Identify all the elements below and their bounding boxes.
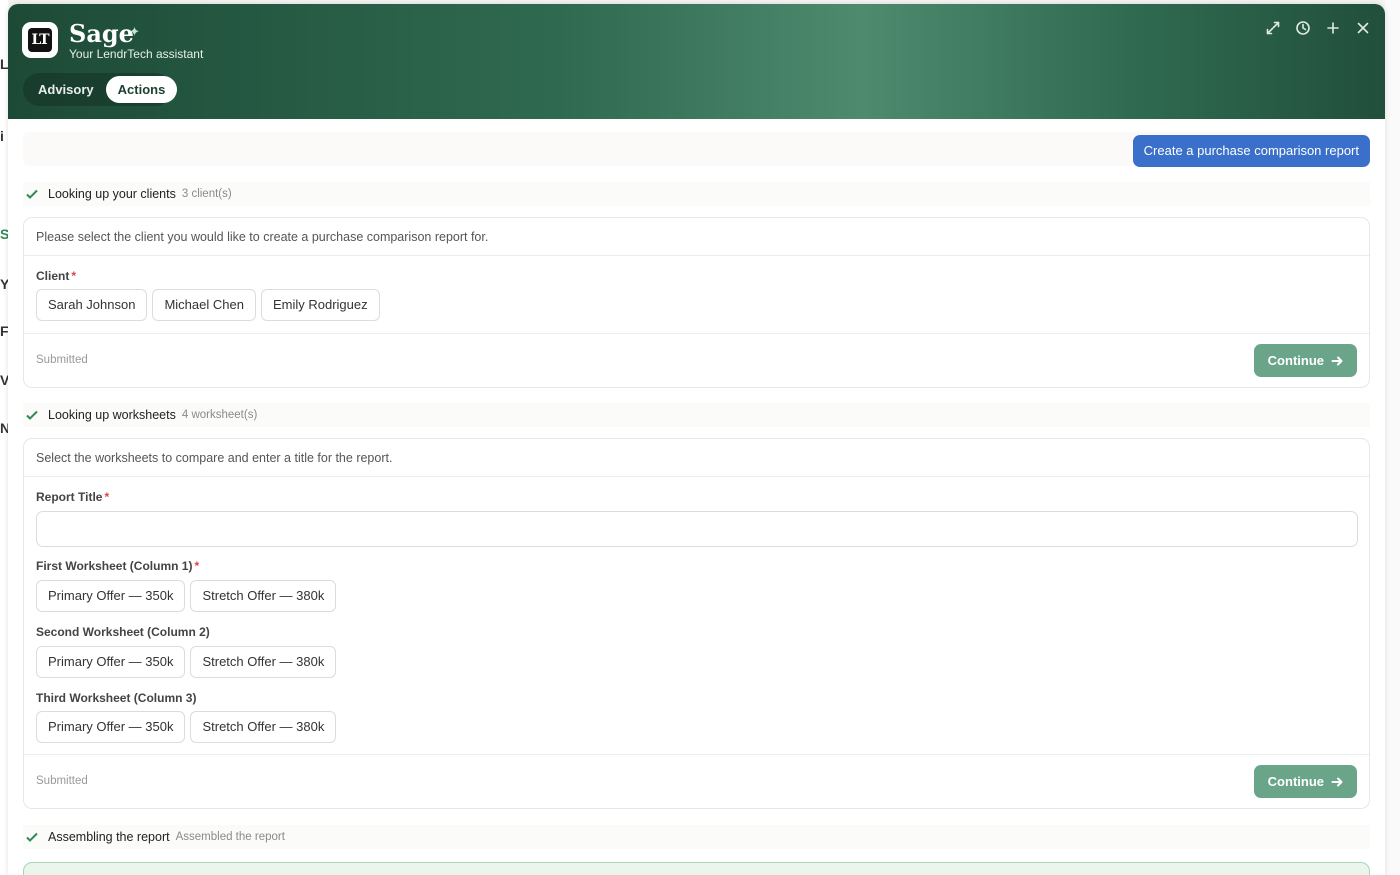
step-clients: Looking up your clients 3 client(s) [23,182,1370,206]
first-worksheet-options: Primary Offer — 350k Stretch Offer — 380… [36,580,337,612]
card-prompt: Please select the client you would like … [24,218,1369,256]
tab-actions[interactable]: Actions [105,76,178,103]
step-worksheets: Looking up worksheets 4 worksheet(s) [23,403,1370,427]
plus-icon[interactable] [1325,20,1341,36]
continue-label: Continue [1267,774,1324,789]
client-options: Sarah Johnson Michael Chen Emily Rodrigu… [36,289,1369,321]
required-marker: * [104,490,110,504]
step-detail: Assembled the report [175,831,285,843]
background-app-edge: L i S Y F V N [0,0,8,875]
check-icon [25,830,39,844]
sparkle-icon: ✦ [129,24,140,39]
client-option[interactable]: Sarah Johnson [36,289,148,321]
logo-mark: LT [28,28,52,52]
submitted-status: Submitted [36,775,88,787]
client-selection-card: Please select the client you would like … [23,217,1370,388]
arrow-right-icon [1331,777,1343,786]
worksheet-selection-card: Select the worksheets to compare and ent… [23,438,1370,809]
history-icon[interactable] [1295,20,1311,36]
header-actions [1265,20,1371,36]
lendrtech-logo: LT [22,22,58,58]
second-worksheet-options: Primary Offer — 350k Stretch Offer — 380… [36,646,337,678]
background-app-right-edge [1385,0,1400,875]
report-title-input[interactable] [36,511,1358,547]
field-label-text: Client [36,269,70,283]
client-option[interactable]: Emily Rodriguez [260,289,380,321]
mode-tabs: Advisory Actions [23,73,178,106]
tab-advisory[interactable]: Advisory [26,76,106,103]
panel-header: LT Sage ✦ Your LendrTech assistant Advis… [8,4,1385,119]
user-request-bubble: Create a purchase comparison report [1132,135,1370,167]
client-option[interactable]: Michael Chen [152,289,256,321]
submitted-status: Submitted [36,354,88,366]
report-ready-card [23,862,1370,875]
field-label-text: Report Title [36,490,103,504]
assistant-tagline: Your LendrTech assistant [69,47,204,61]
card-prompt: Select the worksheets to compare and ent… [24,439,1369,477]
continue-button[interactable]: Continue [1253,344,1357,377]
close-icon[interactable] [1355,20,1371,36]
required-marker: * [71,269,77,283]
second-worksheet-label: Second Worksheet (Column 2) [36,625,210,639]
first-worksheet-label: First Worksheet (Column 1) * [36,559,199,573]
report-title-label: Report Title * [36,490,1369,504]
field-label-text: First Worksheet (Column 1) [36,559,193,573]
step-detail: 3 client(s) [181,188,232,200]
worksheet-option[interactable]: Primary Offer — 350k [36,711,186,743]
arrow-right-icon [1331,356,1343,365]
worksheet-option[interactable]: Stretch Offer — 380k [190,646,337,678]
required-marker: * [194,559,200,573]
step-label: Assembling the report [48,830,170,844]
card-footer: Submitted Continue [24,754,1369,808]
assistant-panel: LT Sage ✦ Your LendrTech assistant Advis… [8,4,1385,875]
step-label: Looking up your clients [48,187,176,201]
worksheet-option[interactable]: Stretch Offer — 380k [190,580,337,612]
check-icon [25,408,39,422]
worksheet-option[interactable]: Primary Offer — 350k [36,646,186,678]
step-label: Looking up worksheets [48,408,176,422]
assistant-name: Sage [69,19,134,48]
continue-button[interactable]: Continue [1253,765,1357,798]
third-worksheet-label: Third Worksheet (Column 3) [36,691,197,705]
expand-icon[interactable] [1265,20,1281,36]
check-icon [25,187,39,201]
card-footer: Submitted Continue [24,333,1369,387]
worksheet-option[interactable]: Stretch Offer — 380k [190,711,337,743]
step-assembling: Assembling the report Assembled the repo… [23,825,1370,849]
third-worksheet-options: Primary Offer — 350k Stretch Offer — 380… [36,711,337,743]
continue-label: Continue [1267,353,1324,368]
client-field-label: Client * [36,269,1369,283]
worksheet-option[interactable]: Primary Offer — 350k [36,580,186,612]
step-detail: 4 worksheet(s) [181,409,258,421]
